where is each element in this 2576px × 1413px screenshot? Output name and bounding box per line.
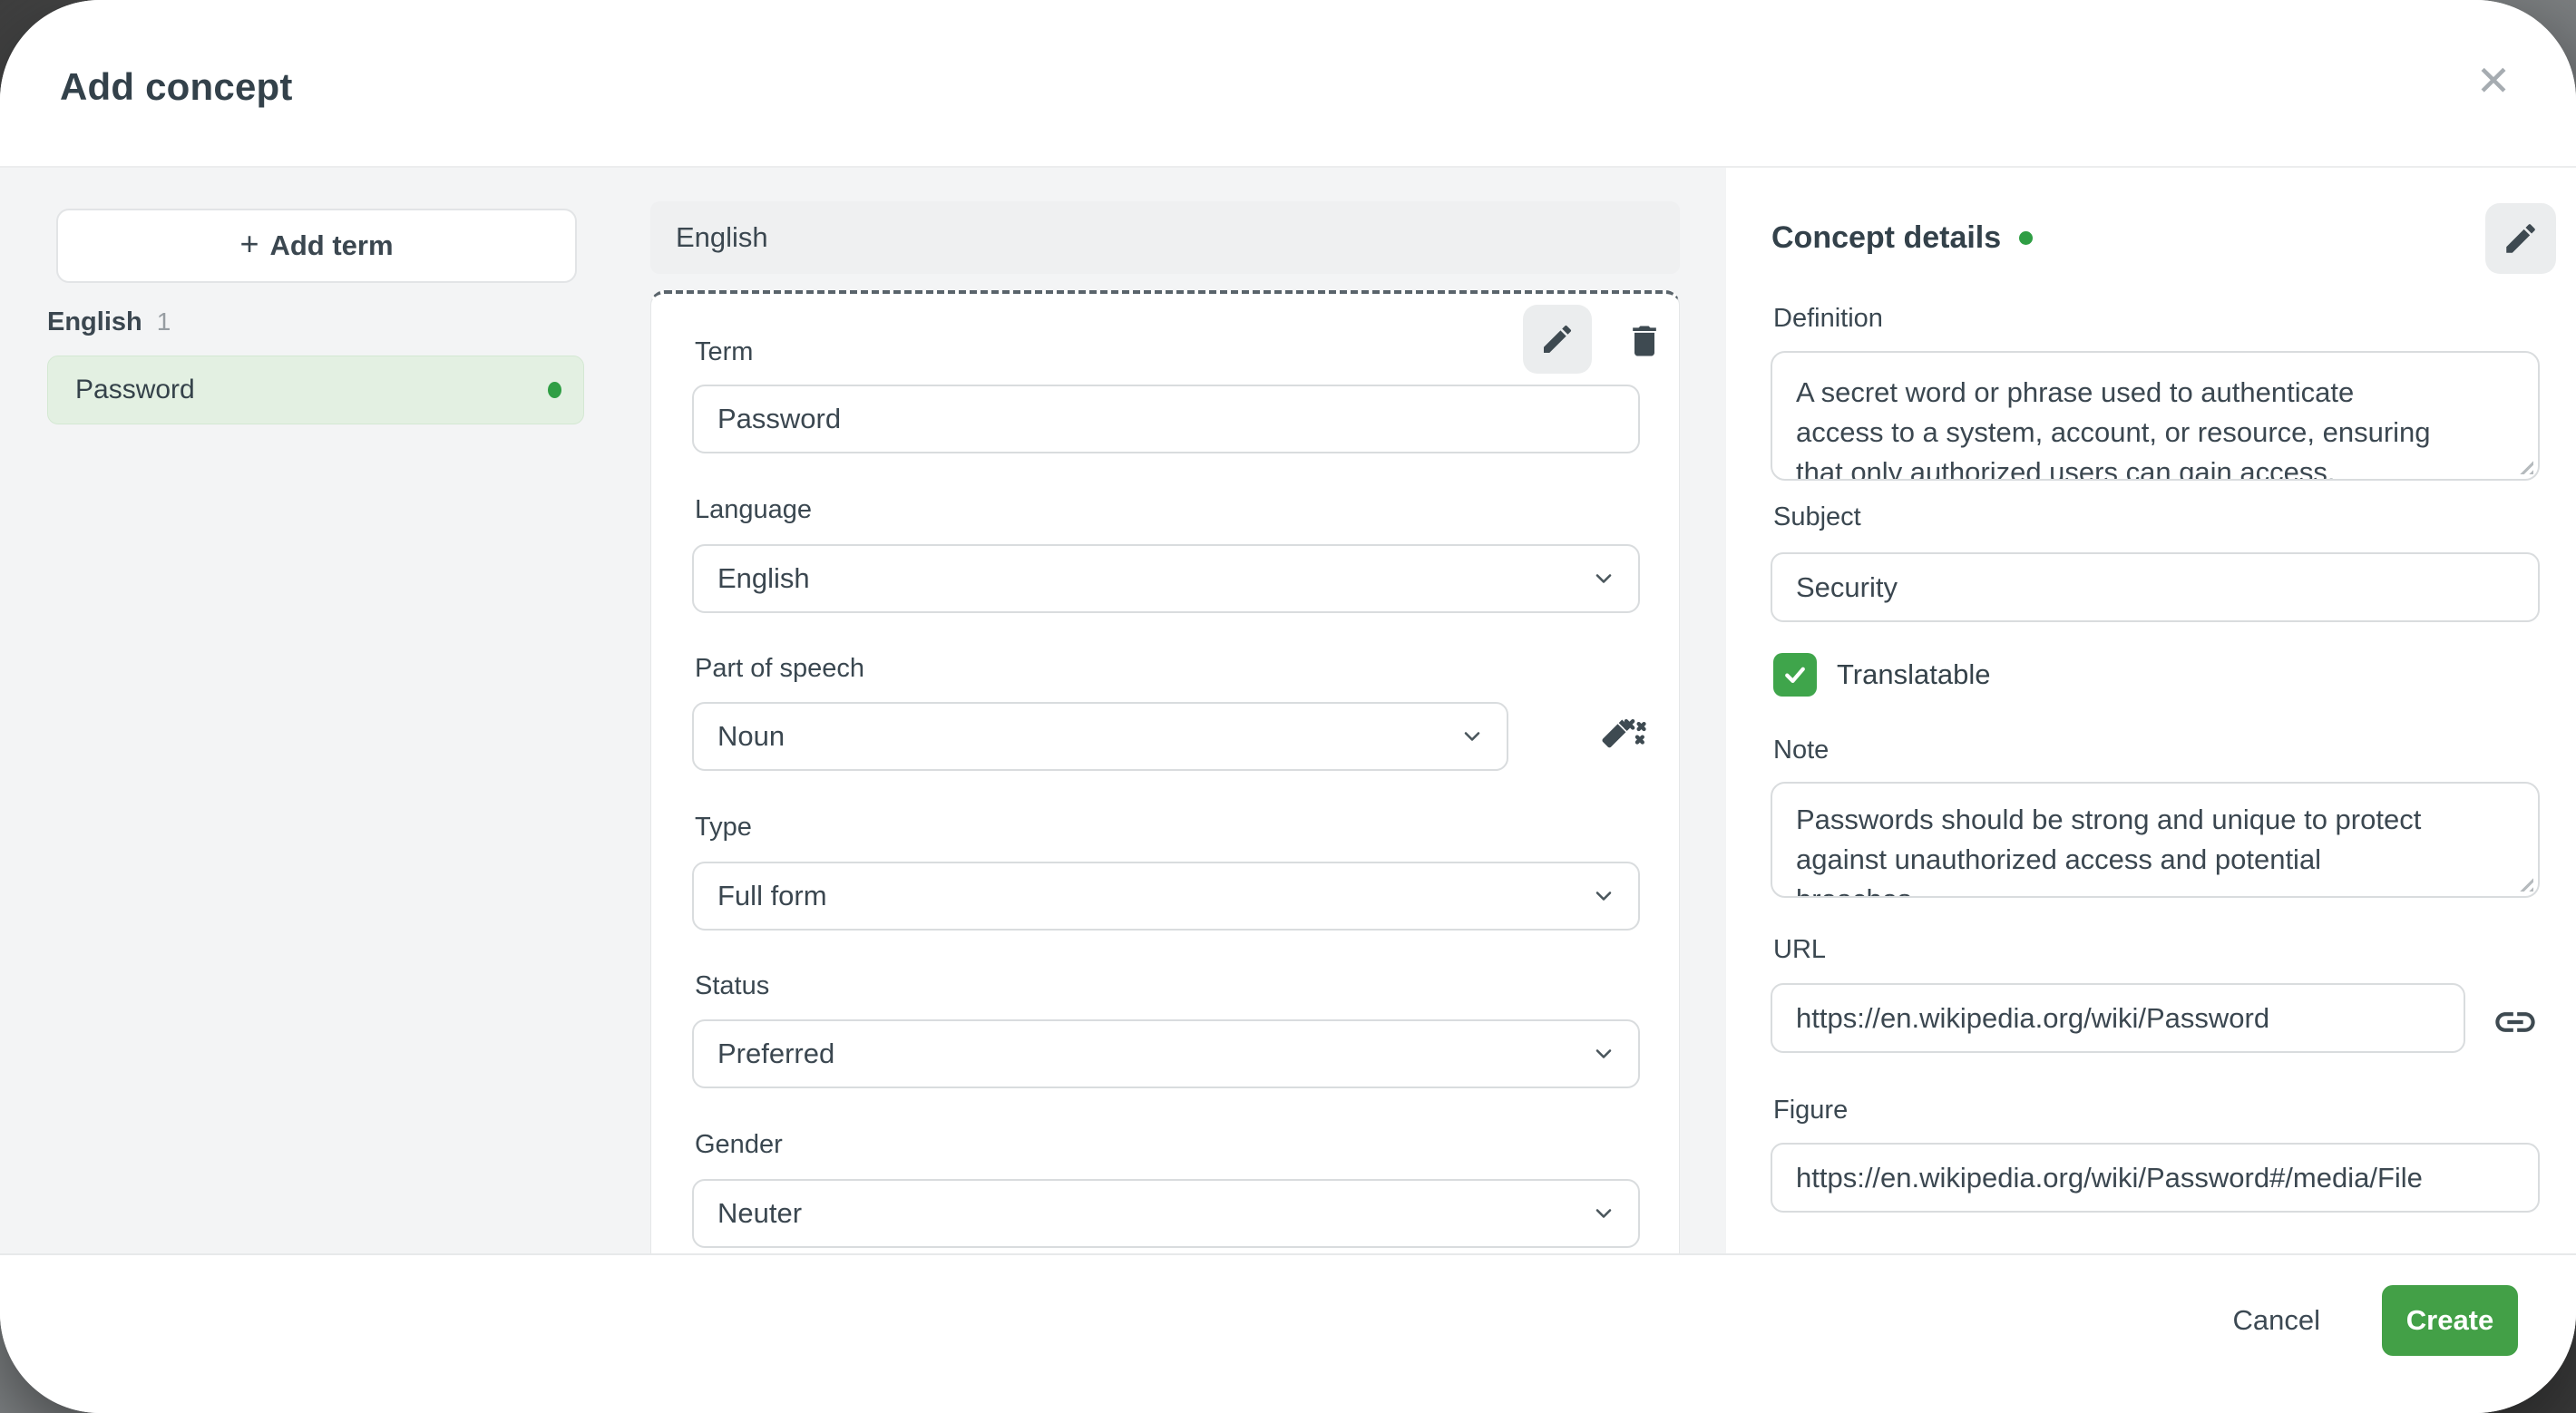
term-status-dot [548,382,561,398]
subject-label: Subject [1773,502,1861,531]
type-select-value: Full form [717,880,827,911]
language-group-label: English 1 [47,307,171,337]
modal-body: + Add term English 1 Password English Te… [0,168,2576,1255]
pencil-icon [2506,224,2535,253]
delete-term-button[interactable] [1619,316,1670,366]
trash-icon [1633,326,1656,356]
status-select-value: Preferred [717,1038,835,1069]
modal-header: Add concept ✕ [0,0,2576,168]
auto-suggest-pos-button[interactable] [1595,711,1653,769]
checkbox-checked-icon [1773,653,1817,697]
status-field-label: Status [695,971,770,1000]
gender-select-value: Neuter [717,1197,803,1229]
create-button[interactable]: Create [2382,1285,2518,1356]
pos-select-value: Noun [717,720,785,752]
translatable-label: Translatable [1837,658,1991,690]
pos-field-label: Part of speech [695,654,864,683]
edit-term-button[interactable] [1523,305,1592,374]
plus-icon: + [239,225,259,262]
term-field-label: Term [695,337,754,366]
cancel-button[interactable]: Cancel [2224,1285,2330,1356]
chevron-down-icon [1591,1201,1616,1226]
terms-sidebar: + Add term English 1 Password [0,168,648,1253]
gender-field-label: Gender [695,1130,783,1159]
definition-textarea[interactable] [1771,351,2540,481]
edit-concept-button[interactable] [2485,203,2556,274]
definition-label: Definition [1773,304,1883,333]
chevron-down-icon [1591,566,1616,591]
link-icon [2495,1012,2535,1032]
language-section-title: English [676,221,768,253]
chevron-down-icon [1591,883,1616,909]
chevron-down-icon [1591,1041,1616,1067]
close-icon[interactable]: ✕ [2462,49,2525,112]
chevron-down-icon [1459,724,1485,749]
term-input[interactable] [692,385,1640,453]
figure-input[interactable] [1771,1143,2540,1213]
language-group-count: 1 [156,307,171,336]
type-field-label: Type [695,813,752,842]
figure-label: Figure [1773,1096,1849,1125]
term-item-label: Password [75,375,195,404]
add-term-button[interactable]: + Add term [56,209,577,283]
url-input[interactable] [1771,983,2465,1053]
term-editor-column: English Term Language English [650,168,1680,1255]
note-label: Note [1773,736,1830,765]
pencil-icon [1544,325,1572,353]
page-title: Add concept [60,65,293,108]
pos-select[interactable]: Noun [692,702,1508,771]
language-section-header: English [650,201,1680,274]
term-card: Term Language English Part of speech Nou… [650,290,1680,1255]
translatable-checkbox[interactable]: Translatable [1773,653,1990,697]
add-concept-modal: Add concept ✕ + Add term English 1 Passwo… [0,0,2576,1413]
gender-select[interactable]: Neuter [692,1179,1640,1248]
sidebar-item-password[interactable]: Password [47,356,584,424]
status-select[interactable]: Preferred [692,1019,1640,1088]
language-group-name: English [47,307,142,336]
subject-input[interactable] [1771,552,2540,622]
modal-footer: Cancel Create [0,1253,2576,1413]
type-select[interactable]: Full form [692,862,1640,931]
concept-details-title: Concept details [1771,220,2002,255]
url-label: URL [1773,935,1827,964]
note-textarea[interactable] [1771,782,2540,898]
language-select[interactable]: English [692,544,1640,613]
language-select-value: English [717,562,810,594]
concept-details-panel: Concept details Definition Subject Trans… [1726,168,2576,1253]
magic-wand-icon [1602,719,1646,748]
add-term-label: Add term [269,229,394,261]
language-field-label: Language [695,495,813,524]
open-link-button[interactable] [2488,995,2542,1049]
concept-status-dot [2019,231,2034,245]
